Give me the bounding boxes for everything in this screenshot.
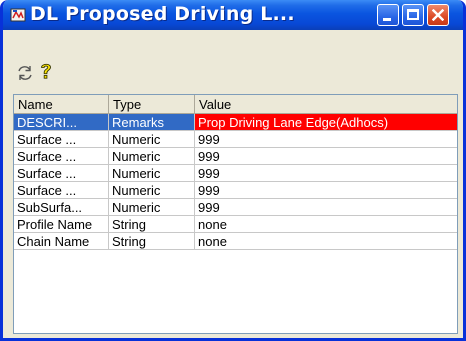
maximize-icon (407, 9, 419, 20)
minimize-button[interactable] (377, 4, 399, 26)
app-icon (10, 8, 26, 22)
cell-value: 999 (195, 131, 457, 148)
properties-list[interactable]: Name Type Value DESCRI... Remarks Prop Dri… (13, 94, 458, 334)
table-row[interactable]: Surface ... Numeric 999 (14, 131, 457, 148)
table-row[interactable]: Profile Name String none (14, 216, 457, 233)
cell-name: SubSurfa... (14, 199, 109, 216)
table-row[interactable]: SubSurfa... Numeric 999 (14, 199, 457, 216)
refresh-arrows-icon[interactable] (16, 64, 34, 82)
cell-name: DESCRI... (14, 114, 109, 131)
close-button[interactable] (427, 4, 449, 26)
cell-name: Surface ... (14, 182, 109, 199)
cell-type: Remarks (109, 114, 195, 131)
cell-name: Profile Name (14, 216, 109, 233)
maximize-button[interactable] (402, 4, 424, 26)
cell-type: String (109, 216, 195, 233)
table-row[interactable]: Chain Name String none (14, 233, 457, 250)
toolbar (3, 30, 463, 90)
title-bar[interactable]: DL Proposed Driving L... (3, 0, 463, 30)
column-header-value[interactable]: Value (195, 95, 457, 113)
table-row[interactable]: Surface ... Numeric 999 (14, 182, 457, 199)
close-icon (432, 9, 444, 21)
cell-name: Surface ... (14, 148, 109, 165)
cell-type: String (109, 233, 195, 250)
column-header-type[interactable]: Type (109, 95, 195, 113)
table-row[interactable]: DESCRI... Remarks Prop Driving Lane Edge(A… (14, 114, 457, 131)
cell-value: 999 (195, 182, 457, 199)
cell-value: none (195, 233, 457, 250)
properties-window: DL Proposed Driving L... Name Type Value… (0, 0, 466, 341)
list-header: Name Type Value (14, 95, 457, 114)
cell-type: Numeric (109, 148, 195, 165)
cell-value: none (195, 216, 457, 233)
column-header-name[interactable]: Name (14, 95, 109, 113)
minimize-icon (383, 18, 391, 21)
cell-type: Numeric (109, 199, 195, 216)
table-row[interactable]: Surface ... Numeric 999 (14, 165, 457, 182)
cell-value: 999 (195, 199, 457, 216)
cell-name: Chain Name (14, 233, 109, 250)
cell-value: 999 (195, 165, 457, 182)
cell-name: Surface ... (14, 165, 109, 182)
cell-type: Numeric (109, 182, 195, 199)
table-row[interactable]: Surface ... Numeric 999 (14, 148, 457, 165)
window-title: DL Proposed Driving L... (30, 3, 295, 25)
question-mark-icon[interactable] (37, 62, 55, 80)
cell-value: Prop Driving Lane Edge(Adhocs) (195, 114, 457, 131)
cell-value: 999 (195, 148, 457, 165)
cell-type: Numeric (109, 165, 195, 182)
cell-name: Surface ... (14, 131, 109, 148)
cell-type: Numeric (109, 131, 195, 148)
